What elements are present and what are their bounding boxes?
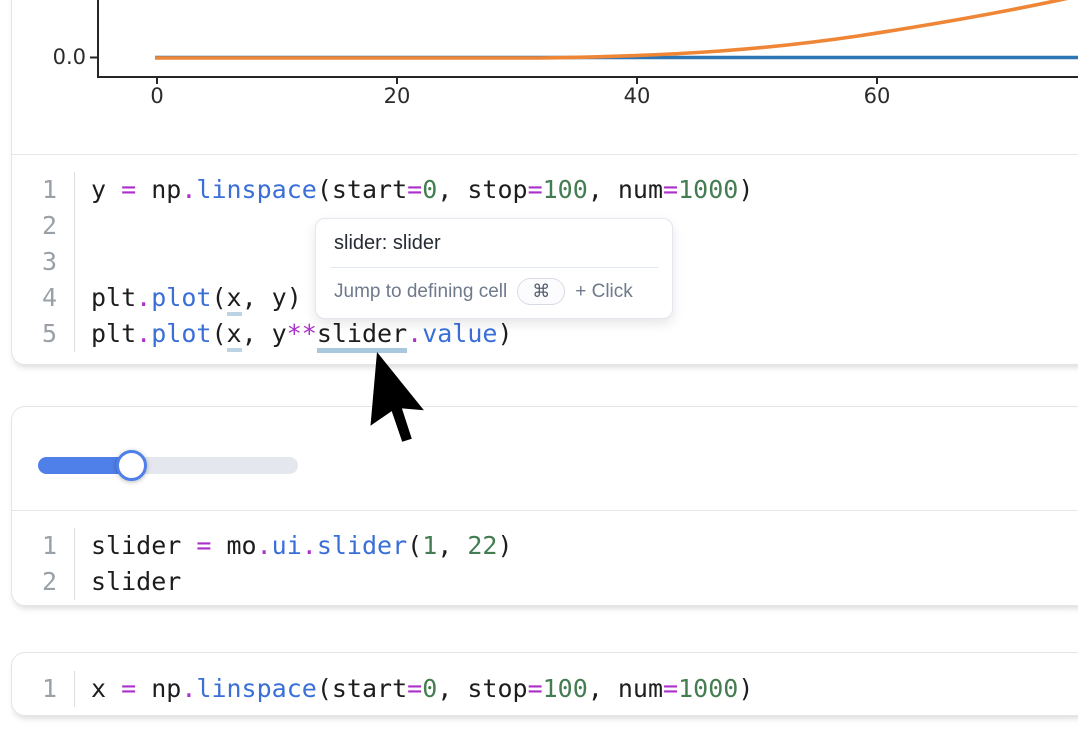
- code-token: mo: [211, 531, 256, 560]
- code-token: ): [738, 674, 753, 703]
- code-line: 1x = np.linspace(start=0, stop=100, num=…: [12, 671, 1078, 707]
- line-number: 2: [12, 208, 75, 244]
- code-token: .: [181, 175, 196, 204]
- code-token: , stop: [437, 674, 527, 703]
- variable-reference[interactable]: x: [227, 319, 242, 352]
- variable-reference[interactable]: slider: [317, 319, 407, 353]
- code-token: .: [302, 531, 317, 560]
- code-line: 1y = np.linspace(start=0, stop=100, num=…: [12, 172, 1078, 208]
- tooltip-action-label: Jump to defining cell: [334, 281, 507, 303]
- code-token: , stop: [437, 175, 527, 204]
- code-token: 22: [467, 531, 497, 560]
- code-token: (: [407, 531, 422, 560]
- notebook-cell-slider: 1slider = mo.ui.slider(1, 22)2slider: [11, 406, 1078, 606]
- line-number: 4: [12, 280, 75, 316]
- code-token: =: [663, 175, 678, 204]
- marimo-notebook: { "tooltip": { "title": "slider: slider"…: [0, 0, 1078, 746]
- code-token: plot: [151, 319, 211, 348]
- code-token: y: [91, 175, 121, 204]
- code-token: linspace: [196, 175, 316, 204]
- code-token: , y: [242, 319, 287, 348]
- cell-output-chart: [12, 0, 1078, 154]
- code-token: 100: [543, 175, 588, 204]
- code-token: ,: [437, 531, 467, 560]
- code-line: 2 slider: [12, 564, 1078, 600]
- code-token: .: [407, 319, 422, 348]
- code-token: slider: [317, 531, 407, 560]
- code-token: , y): [242, 283, 302, 312]
- code-token: slider: [91, 531, 196, 560]
- code-token: (: [211, 283, 226, 312]
- code-token: np: [136, 674, 181, 703]
- code-token: plt: [91, 319, 136, 348]
- code-token: ): [497, 319, 512, 348]
- code-token: , num: [588, 175, 663, 204]
- line-number: 1: [12, 528, 75, 564]
- code-token: .: [136, 319, 151, 348]
- code-editor-x[interactable]: 1x = np.linspace(start=0, stop=100, num=…: [12, 653, 1078, 716]
- line-number: 3: [12, 244, 75, 280]
- code-token: 1: [422, 531, 437, 560]
- code-token: .: [136, 283, 151, 312]
- tooltip-click-hint: + Click: [575, 281, 633, 303]
- code-token: =: [663, 674, 678, 703]
- code-token: linspace: [196, 674, 316, 703]
- code-line: 5plt.plot(x, y**slider.value): [12, 316, 1078, 352]
- code-token: **: [287, 319, 317, 348]
- code-token: , num: [588, 674, 663, 703]
- variable-reference[interactable]: x: [227, 283, 242, 316]
- line-number: 1: [12, 671, 75, 707]
- code-token: =: [407, 674, 422, 703]
- slider-widget[interactable]: [38, 442, 310, 490]
- line-number: 2: [12, 564, 75, 600]
- code-token: ): [738, 175, 753, 204]
- code-token: plt: [91, 283, 136, 312]
- code-line: 1slider = mo.ui.slider(1, 22): [12, 528, 1078, 564]
- code-token: 100: [543, 674, 588, 703]
- code-token: .: [181, 674, 196, 703]
- code-token: (start: [317, 175, 407, 204]
- slider-handle[interactable]: [116, 450, 147, 481]
- code-token: x: [91, 674, 121, 703]
- code-token: =: [121, 175, 136, 204]
- code-token: plot: [151, 283, 211, 312]
- code-token: ): [497, 531, 512, 560]
- code-token: slider: [91, 567, 181, 596]
- code-token: 0: [422, 674, 437, 703]
- line-number: 5: [12, 316, 75, 352]
- cell-output-slider: [12, 407, 1078, 510]
- code-token: .: [257, 531, 272, 560]
- code-token: np: [136, 175, 181, 204]
- code-token: ui: [272, 531, 302, 560]
- variable-hover-tooltip: slider: slider Jump to defining cell ⌘ +…: [315, 218, 673, 319]
- code-editor-slider[interactable]: 1slider = mo.ui.slider(1, 22)2slider: [12, 510, 1078, 606]
- code-token: value: [422, 319, 497, 348]
- code-token: 1000: [678, 674, 738, 703]
- code-token: (: [211, 319, 226, 348]
- code-token: 1000: [678, 175, 738, 204]
- command-key-badge: ⌘: [517, 278, 565, 305]
- line-number: 1: [12, 172, 75, 208]
- code-token: =: [196, 531, 211, 560]
- tooltip-title: slider: slider: [316, 219, 672, 267]
- code-token: =: [528, 175, 543, 204]
- code-token: =: [407, 175, 422, 204]
- code-token: =: [121, 674, 136, 703]
- code-token: 0: [422, 175, 437, 204]
- code-token: (start: [317, 674, 407, 703]
- code-token: =: [528, 674, 543, 703]
- notebook-cell-x: 1x = np.linspace(start=0, stop=100, num=…: [11, 652, 1078, 716]
